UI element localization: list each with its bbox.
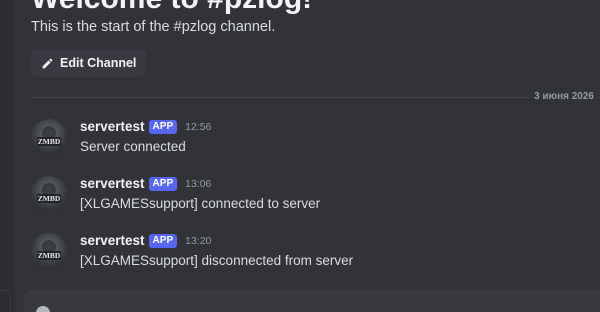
message-username[interactable]: servertest: [80, 119, 145, 134]
svg-text:ZMBD: ZMBD: [38, 194, 61, 203]
message-username[interactable]: servertest: [80, 176, 145, 191]
sidebar-panel-corner: [0, 290, 11, 312]
add-attachment-icon[interactable]: [36, 306, 50, 312]
pencil-icon: [41, 57, 54, 70]
avatar[interactable]: ZMBD: [31, 119, 67, 155]
date-divider: 3 июня 2026: [31, 91, 600, 102]
channel-sidebar-edge: [0, 0, 14, 312]
message-header: servertest APP 13:20: [80, 233, 211, 248]
message-text: [XLGAMESsupport] connected to server: [80, 196, 321, 211]
app-badge: APP: [148, 119, 178, 134]
app-badge: APP: [148, 176, 178, 191]
channel-welcome-title: Welcome to #pzlog!: [31, 0, 312, 16]
message-username[interactable]: servertest: [80, 233, 145, 248]
message-timestamp[interactable]: 13:06: [185, 178, 211, 190]
message-timestamp[interactable]: 12:56: [185, 121, 211, 133]
zomboid-avatar-icon: ZMBD: [37, 126, 61, 146]
app-badge: APP: [148, 233, 178, 248]
message-header: servertest APP 12:56: [80, 119, 211, 134]
edit-channel-label: Edit Channel: [60, 56, 137, 70]
avatar[interactable]: ZMBD: [31, 176, 67, 212]
message-text: [XLGAMESsupport] disconnected from serve…: [80, 253, 354, 268]
message-item[interactable]: ZMBD servertest APP 13:06 [XLGAMESsuppor…: [31, 175, 591, 221]
divider-date: 3 июня 2026: [530, 91, 598, 102]
zomboid-avatar-icon: ZMBD: [37, 240, 61, 260]
chat-view: Welcome to #pzlog! This is the start of …: [0, 0, 600, 312]
message-item[interactable]: ZMBD servertest APP 12:56 Server connect…: [31, 118, 591, 164]
divider-line: [31, 97, 600, 98]
message-timestamp[interactable]: 13:20: [185, 235, 211, 247]
channel-welcome-subtitle: This is the start of the #pzlog channel.: [31, 19, 276, 35]
svg-text:ZMBD: ZMBD: [38, 137, 61, 146]
message-item[interactable]: ZMBD servertest APP 13:20 [XLGAMESsuppor…: [31, 232, 591, 278]
message-header: servertest APP 13:06: [80, 176, 211, 191]
edit-channel-button[interactable]: Edit Channel: [31, 49, 147, 77]
message-text: Server connected: [80, 139, 186, 154]
zomboid-avatar-icon: ZMBD: [37, 183, 61, 203]
message-composer[interactable]: [24, 290, 600, 312]
svg-text:ZMBD: ZMBD: [38, 251, 61, 260]
avatar[interactable]: ZMBD: [31, 233, 67, 269]
